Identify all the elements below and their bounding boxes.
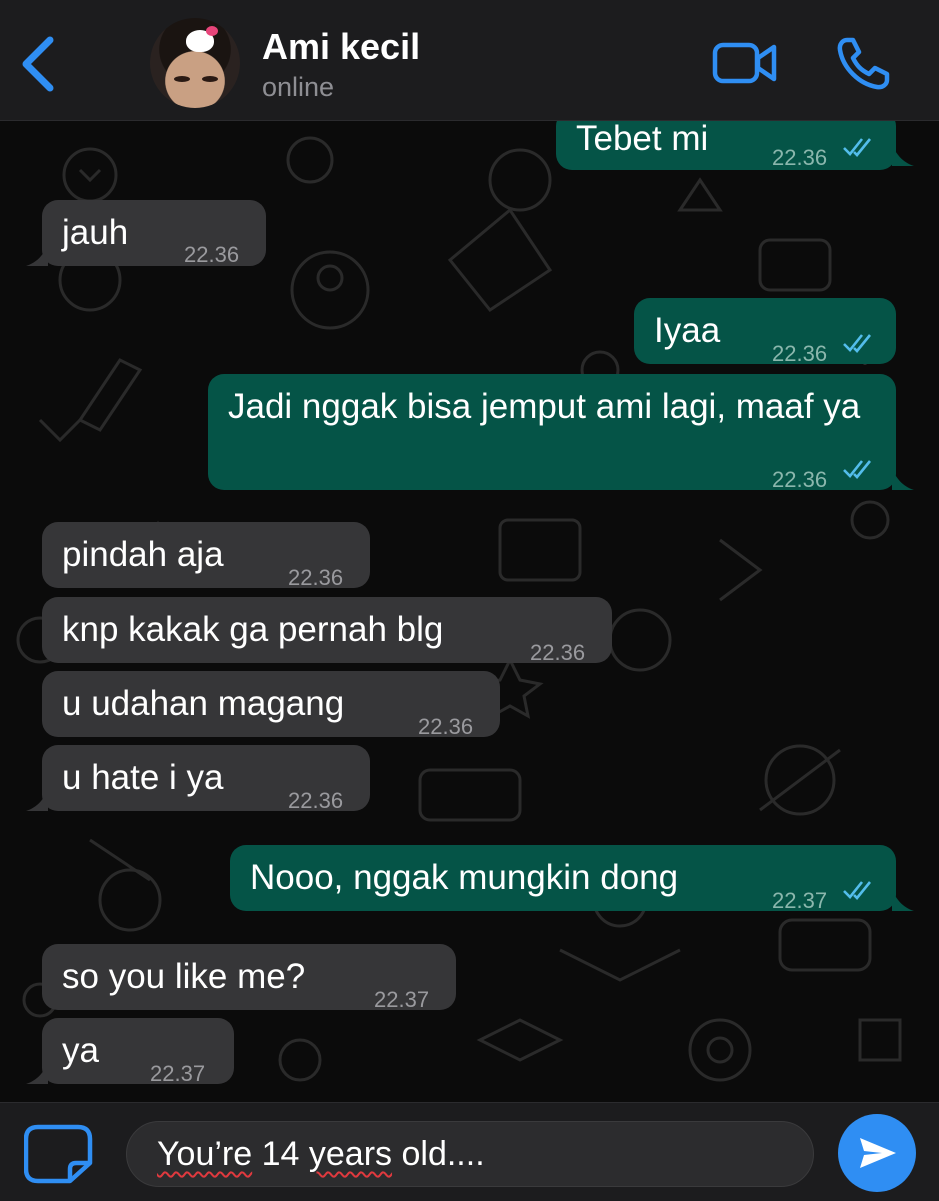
read-receipt-icon [843, 881, 872, 900]
message-time: 22.36 [772, 145, 828, 170]
message-time: 22.37 [150, 1061, 206, 1086]
chat-header: Ami kecil online [0, 0, 939, 121]
message-bubble-incoming[interactable]: u hate i ya 22.36 [26, 745, 370, 813]
message-bubble-incoming[interactable]: knp kakak ga pernah blg 22.36 [42, 597, 612, 665]
message-bubble-outgoing[interactable]: Jadi nggak bisa jemput ami lagi, maaf ya… [208, 374, 914, 492]
bubble-tail [26, 244, 48, 266]
read-receipt-icon [843, 138, 872, 157]
message-bubble-outgoing[interactable]: Tebet mi 22.36 [556, 120, 914, 170]
read-receipt-icon [843, 334, 872, 353]
message-time: 22.36 [772, 467, 828, 492]
message-time: 22.36 [288, 788, 344, 813]
message-time: 22.36 [418, 714, 474, 739]
message-bubble-incoming[interactable]: so you like me? 22.37 [42, 944, 456, 1012]
message-bubble-incoming[interactable]: ya 22.37 [26, 1018, 234, 1086]
message-time: 22.36 [772, 341, 828, 366]
message-time: 22.37 [374, 987, 430, 1012]
message-time: 22.36 [184, 242, 240, 267]
avatar[interactable] [150, 18, 240, 108]
message-time: 22.36 [288, 565, 344, 590]
chevron-left-icon[interactable] [18, 34, 62, 94]
message-bubble-incoming[interactable]: pindah aja 22.36 [42, 522, 370, 590]
message-bubble-incoming[interactable]: jauh 22.36 [26, 200, 266, 267]
message-composer: You’re 14 years old.... [0, 1102, 939, 1201]
bubble-tail [892, 889, 914, 911]
message-time: 22.36 [530, 640, 586, 665]
video-camera-icon[interactable] [712, 40, 778, 86]
send-button[interactable] [838, 1114, 916, 1192]
message-input[interactable]: You’re 14 years old.... [126, 1121, 814, 1187]
send-icon [860, 1138, 896, 1168]
misspelled-word: years [308, 1135, 393, 1173]
message-time: 22.37 [772, 888, 828, 913]
phone-icon[interactable] [835, 36, 891, 92]
misspelled-word: You’re [157, 1135, 253, 1173]
message-list[interactable]: Tebet mi 22.36 jauh 22.36 Iyaa 22.36 Jad… [0, 120, 939, 1102]
sticker-icon[interactable] [24, 1123, 98, 1185]
read-receipt-icon [843, 460, 872, 479]
bubble-tail [892, 468, 914, 490]
contact-status: online [262, 72, 335, 102]
bubble-tail [26, 789, 48, 811]
bubble-tail [892, 144, 914, 166]
bubble-tail [26, 1062, 48, 1084]
message-bubble-outgoing[interactable]: Nooo, nggak mungkin dong 22.37 [230, 845, 914, 913]
message-bubble-incoming[interactable]: u udahan magang 22.36 [42, 671, 500, 739]
message-bubble-outgoing[interactable]: Iyaa 22.36 [634, 298, 896, 366]
contact-name[interactable]: Ami kecil [262, 26, 420, 68]
